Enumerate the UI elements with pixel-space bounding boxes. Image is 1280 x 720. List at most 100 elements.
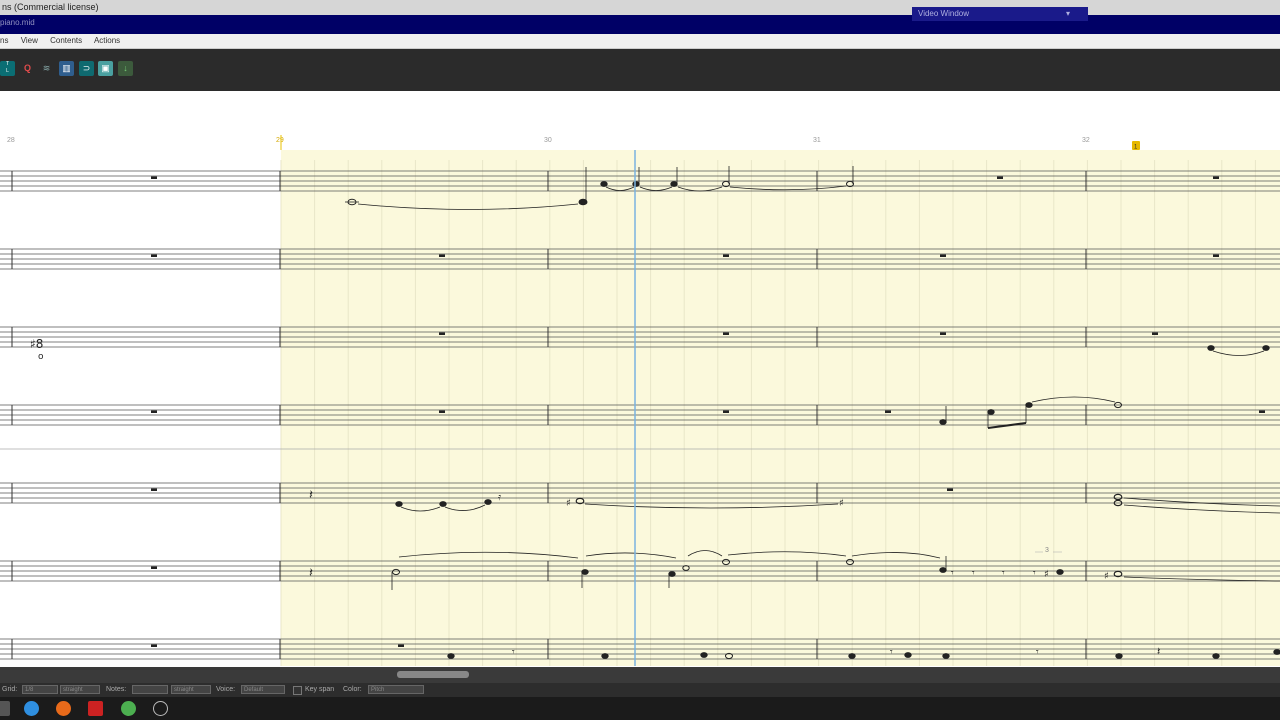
menu-item-file[interactable]: ns	[0, 36, 8, 45]
rest-sixteenth: 𝄿	[498, 492, 501, 503]
keyspan-label: Key span	[305, 686, 335, 693]
rest-eighth: 𝄾	[951, 568, 954, 579]
rest-eighth: 𝄾	[1036, 647, 1039, 658]
browser-icon[interactable]	[24, 701, 39, 716]
note-head[interactable]	[942, 653, 950, 659]
score-canvas[interactable]: 28 29 30 31 32 1 ♯8 o 𝄽 𝄿 ♯ ♯ 𝄽 𝄾 𝄾 𝄾 𝄾 …	[0, 91, 1280, 667]
file-name: piano.mid	[0, 18, 35, 27]
note-head[interactable]	[1056, 569, 1064, 575]
note-head[interactable]	[987, 409, 995, 415]
note-head[interactable]	[484, 499, 492, 505]
notes-select[interactable]	[132, 685, 168, 694]
whole-rest	[151, 566, 157, 569]
voice-select[interactable]: Default	[241, 685, 285, 694]
note-head[interactable]: o	[38, 352, 44, 362]
note-head[interactable]	[1207, 345, 1215, 351]
note-head[interactable]	[1025, 402, 1033, 408]
grid-value: 1/8	[25, 687, 34, 693]
clock-icon[interactable]	[153, 701, 168, 716]
video-icon[interactable]: ▣	[98, 61, 113, 76]
rest-eighth: 𝄾	[890, 647, 893, 658]
note-head[interactable]	[439, 501, 447, 507]
note-head[interactable]	[668, 571, 676, 577]
menu-item-view[interactable]: View	[21, 36, 38, 45]
color-select[interactable]: Pitch	[368, 685, 424, 694]
track-list-button[interactable]: TL	[0, 61, 15, 76]
quarter-rest: 𝄽	[309, 566, 313, 581]
grid-select[interactable]: 1/8	[22, 685, 58, 694]
note-head[interactable]	[848, 653, 856, 659]
note-head[interactable]	[1212, 653, 1220, 659]
note-head[interactable]	[700, 652, 708, 658]
whole-rest	[940, 254, 946, 257]
note-head[interactable]	[939, 567, 947, 573]
firefox-icon[interactable]	[56, 701, 71, 716]
whole-rest	[1152, 332, 1158, 335]
mixer-icon[interactable]: ≋	[39, 61, 54, 76]
triplet-number: 3	[1045, 547, 1049, 554]
whole-rest	[151, 176, 157, 179]
chrome-icon[interactable]	[121, 701, 136, 716]
notes-mode-value: straight	[174, 687, 194, 693]
export-icon[interactable]: ↓	[118, 61, 133, 76]
color-value: Pitch	[371, 687, 385, 693]
whole-rest	[439, 332, 445, 335]
video-window-label: Video Window	[918, 9, 969, 18]
taskbar	[0, 697, 1280, 720]
note-head[interactable]	[447, 653, 455, 659]
app-icon[interactable]	[88, 701, 103, 716]
grid-mode-value: straight	[63, 687, 83, 693]
whole-rest	[1213, 176, 1219, 179]
whole-rest	[940, 332, 946, 335]
notes-mode-select[interactable]: straight	[171, 685, 211, 694]
note-head[interactable]	[600, 181, 608, 187]
whole-rest	[1213, 254, 1219, 257]
whole-rest	[151, 410, 157, 413]
measure-number-29: 29	[276, 137, 284, 144]
window-title: ns (Commercial license)	[2, 2, 99, 12]
start-icon[interactable]	[0, 701, 10, 716]
toolbar: TL Q ≋ ▥ ⊃ ▣ ↓	[0, 49, 1280, 91]
whole-rest	[885, 410, 891, 413]
sharp: ♯	[839, 498, 844, 509]
status-bar: Grid: 1/8 straight Notes: straight Voice…	[0, 683, 1280, 697]
quantize-icon[interactable]: Q	[20, 61, 35, 76]
grid-mode-select[interactable]: straight	[60, 685, 100, 694]
note-head[interactable]	[1273, 649, 1280, 655]
whole-rest	[151, 644, 157, 647]
video-window-tab[interactable]: Video Window ▾	[912, 7, 1088, 21]
chord[interactable]: ♯8	[30, 337, 43, 351]
note-head[interactable]	[632, 181, 640, 187]
note-head[interactable]	[670, 181, 678, 187]
whole-rest	[151, 254, 157, 257]
note-head[interactable]	[904, 652, 912, 658]
title-bar: ns (Commercial license)	[0, 0, 1280, 15]
loop-icon[interactable]: ⊃	[79, 61, 94, 76]
grid-icon[interactable]: ▥	[59, 61, 74, 76]
whole-rest	[151, 488, 157, 491]
voice-label: Voice:	[216, 686, 236, 693]
color-label: Color:	[343, 686, 362, 693]
whole-rest	[723, 332, 729, 335]
voice-value: Default	[244, 687, 264, 693]
score-view[interactable]: 28 29 30 31 32 1 ♯8 o 𝄽 𝄿 ♯ ♯ 𝄽 𝄾 𝄾 𝄾 𝄾 …	[0, 91, 1280, 667]
note-head[interactable]	[395, 501, 403, 507]
note-head[interactable]	[1262, 345, 1270, 351]
note-head[interactable]	[601, 653, 609, 659]
quarter-rest: 𝄽	[309, 488, 313, 503]
note-head[interactable]	[581, 569, 589, 575]
note-head[interactable]	[1115, 653, 1123, 659]
measure-number-30: 30	[544, 137, 552, 144]
scrollbar-thumb[interactable]	[397, 671, 469, 678]
horizontal-scrollbar[interactable]	[0, 667, 1280, 683]
whole-rest	[439, 410, 445, 413]
sharp: ♯	[1044, 569, 1049, 580]
menu-bar: ns View Contents Actions	[0, 34, 1280, 49]
keyspan-checkbox[interactable]	[293, 686, 302, 695]
menu-item-actions[interactable]: Actions	[94, 36, 120, 45]
whole-rest	[723, 254, 729, 257]
note-head[interactable]	[939, 419, 947, 425]
selection-highlight	[281, 150, 1280, 666]
chevron-down-icon[interactable]: ▾	[1066, 7, 1070, 21]
menu-item-contents[interactable]: Contents	[50, 36, 82, 45]
